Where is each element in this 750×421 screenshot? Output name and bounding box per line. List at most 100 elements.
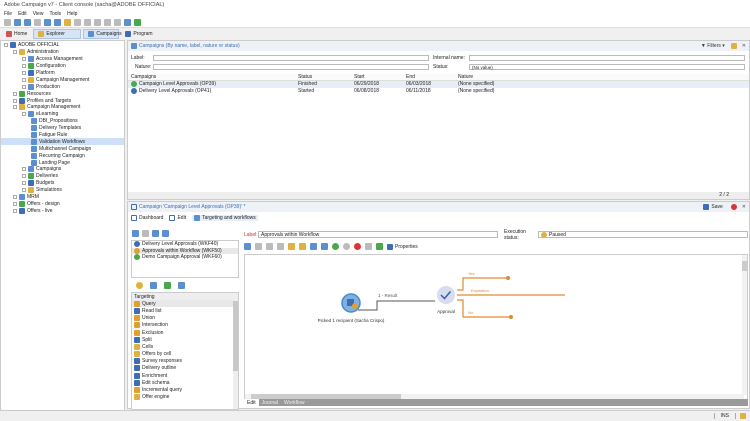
palette-item[interactable]: Exclusion — [132, 329, 238, 336]
tree-item[interactable]: Budgets — [1, 180, 124, 187]
tree-item[interactable]: Resources — [1, 90, 124, 97]
expand-toggle-icon[interactable] — [22, 181, 26, 186]
tree-item[interactable]: Campaigns — [1, 166, 124, 173]
stop-icon[interactable] — [730, 204, 737, 210]
expand-toggle-icon[interactable] — [13, 91, 17, 96]
stop-icon[interactable] — [354, 243, 361, 250]
tree-item[interactable]: Deliveries — [1, 173, 124, 180]
expand-toggle-icon[interactable] — [13, 50, 17, 55]
tree-item[interactable]: Campaign Management — [1, 76, 124, 83]
print-icon[interactable] — [124, 18, 131, 26]
align-horizontal-icon[interactable] — [299, 243, 306, 250]
nature-select[interactable] — [153, 63, 429, 70]
expand-toggle-icon[interactable] — [13, 98, 17, 103]
expand-toggle-icon[interactable] — [22, 112, 26, 117]
close-icon[interactable]: ✕ — [742, 204, 746, 210]
tree-item[interactable]: Landing Page — [1, 159, 124, 166]
tab-edit-bottom[interactable]: Edit — [244, 399, 259, 406]
expand-toggle-icon[interactable] — [22, 167, 26, 172]
tree-item[interactable]: Recurring Campaign — [1, 152, 124, 159]
palette-item[interactable]: Cells — [132, 343, 238, 350]
events-tab-icon[interactable] — [178, 282, 185, 289]
expand-toggle-icon[interactable] — [4, 43, 8, 48]
tab-targeting-workflows[interactable]: Targeting and workflows — [192, 215, 258, 221]
open-icon[interactable] — [321, 243, 328, 250]
copy-icon[interactable] — [74, 18, 81, 26]
save-button[interactable]: Save — [703, 204, 723, 210]
fit-icon[interactable] — [277, 243, 284, 250]
table-row[interactable]: Delivery Level Approvals (OP41) Started 06… — [128, 87, 749, 95]
tree-item[interactable]: Configuration — [1, 63, 124, 70]
expand-toggle-icon[interactable] — [13, 195, 17, 200]
delete-icon[interactable] — [84, 18, 91, 26]
column-start[interactable]: Start — [354, 74, 406, 80]
palette-item[interactable]: Incremental query — [132, 386, 238, 394]
arrow-icon[interactable] — [310, 243, 317, 250]
menu-tools[interactable]: Tools — [49, 11, 61, 17]
expand-toggle-icon[interactable] — [13, 105, 17, 110]
workflow-list-item[interactable]: Demo Campaign Approval (WKF60) — [132, 254, 238, 261]
tree-item[interactable]: Offers - live — [1, 207, 124, 214]
tab-home[interactable]: Home — [2, 29, 31, 39]
canvas-vscrollbar[interactable] — [742, 255, 747, 395]
tab-workflow[interactable]: Workflow — [281, 399, 307, 406]
status-select[interactable]: (No value) — [469, 63, 745, 70]
tree-item[interactable]: Platform — [1, 70, 124, 77]
back-icon[interactable] — [24, 18, 31, 26]
tree-item[interactable]: Access Management — [1, 56, 124, 63]
targeting-tab-icon[interactable] — [136, 282, 143, 289]
tree-item[interactable]: Simulations — [1, 187, 124, 194]
menu-view[interactable]: View — [33, 11, 44, 17]
expand-toggle-icon[interactable] — [13, 201, 17, 206]
workflow-label-input[interactable]: Approvals within Workflow — [258, 231, 498, 238]
dot-icon[interactable] — [266, 243, 273, 250]
paste-icon[interactable] — [94, 18, 101, 26]
approval-node[interactable] — [437, 286, 455, 304]
start-icon[interactable] — [332, 243, 339, 250]
tree-item[interactable]: Validation Workflows — [1, 138, 124, 146]
properties-button[interactable]: Properties — [387, 243, 418, 250]
palette-item[interactable]: Offers by cell — [132, 351, 238, 358]
tab-explorer[interactable]: Explorer — [33, 29, 82, 39]
menu-edit[interactable]: Edit — [18, 11, 27, 17]
expand-toggle-icon[interactable] — [22, 188, 26, 193]
menu-file[interactable]: File — [4, 11, 12, 17]
tree-item[interactable]: Multichannel Campaign — [1, 145, 124, 152]
label-input[interactable] — [153, 54, 429, 61]
scroll-thumb[interactable] — [742, 261, 747, 271]
tree-item[interactable]: eLearning — [1, 111, 124, 118]
tree-item[interactable]: ADOBE OFFICIAL — [1, 42, 124, 49]
tab-campaigns[interactable]: Campaigns — [83, 29, 122, 39]
expand-toggle-icon[interactable] — [22, 77, 26, 82]
align-vertical-icon[interactable] — [288, 243, 295, 250]
explorer-icon[interactable] — [14, 18, 21, 26]
palette-item[interactable]: Offer engine — [132, 394, 238, 401]
expand-toggle-icon[interactable] — [13, 208, 17, 213]
palette-item[interactable]: Intersection — [132, 322, 238, 329]
tree-item[interactable]: Production — [1, 83, 124, 90]
tab-dashboard[interactable]: Dashboard — [131, 215, 163, 221]
forward-icon[interactable] — [34, 18, 41, 26]
select-icon[interactable] — [54, 18, 61, 26]
palette-scrollbar[interactable] — [233, 293, 238, 409]
folder-new-icon[interactable] — [64, 18, 71, 26]
expand-toggle-icon[interactable] — [22, 64, 26, 69]
palette-item[interactable]: Edit schema — [132, 379, 238, 386]
expand-toggle-icon[interactable] — [22, 57, 26, 62]
column-status[interactable]: Status — [298, 74, 354, 80]
pause-icon[interactable] — [343, 243, 350, 250]
palette-item[interactable]: Delivery outline — [132, 365, 238, 372]
add-icon[interactable] — [132, 230, 139, 237]
internal-name-input[interactable] — [469, 54, 745, 61]
tab-journal[interactable]: Journal — [259, 399, 281, 406]
move-down-icon[interactable] — [162, 230, 169, 237]
move-up-icon[interactable] — [152, 230, 159, 237]
flow-control-tab-icon[interactable] — [150, 282, 157, 289]
menu-help[interactable]: Help — [67, 11, 77, 17]
tab-edit[interactable]: Edit — [169, 215, 186, 221]
palette-item[interactable]: Survey responses — [132, 358, 238, 365]
tab-program[interactable]: Program — [121, 29, 156, 39]
display-icon[interactable] — [244, 243, 251, 250]
user-icon[interactable] — [4, 18, 11, 26]
scroll-thumb[interactable] — [233, 301, 238, 371]
